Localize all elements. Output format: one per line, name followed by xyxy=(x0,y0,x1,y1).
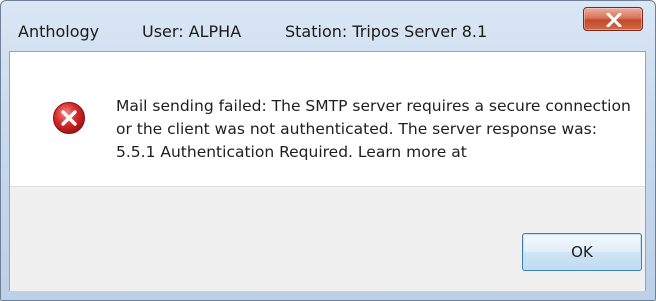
message-area: Mail sending failed: The SMTP server req… xyxy=(10,52,645,186)
close-button[interactable] xyxy=(583,7,643,31)
ok-button[interactable]: OK xyxy=(522,233,642,271)
error-message: Mail sending failed: The SMTP server req… xyxy=(116,97,631,161)
dialog-client-area: Mail sending failed: The SMTP server req… xyxy=(9,51,646,291)
close-icon xyxy=(606,13,622,27)
title-app-name: Anthology xyxy=(18,22,100,41)
title-user: User: ALPHA xyxy=(142,22,242,41)
dialog-window: Anthology User: ALPHA Station: Tripos Se… xyxy=(0,0,656,301)
error-icon xyxy=(53,102,85,134)
button-bar: OK xyxy=(10,186,645,291)
title-bar[interactable]: Anthology User: ALPHA Station: Tripos Se… xyxy=(1,1,655,51)
title-station: Station: Tripos Server 8.1 xyxy=(285,22,488,41)
